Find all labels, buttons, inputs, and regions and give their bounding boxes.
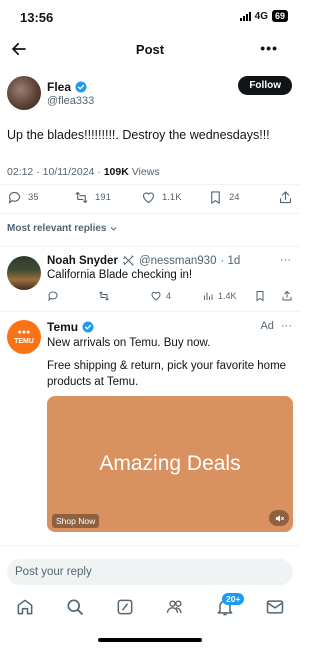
- temu-logo-text: TEMU: [14, 338, 34, 345]
- temu-logo-mark: ●●●: [17, 329, 31, 336]
- communities-icon[interactable]: [165, 597, 185, 617]
- bookmark-action[interactable]: 24: [208, 190, 240, 205]
- ad-author-row[interactable]: Temu: [47, 320, 94, 334]
- notifications-badge: 20+: [222, 593, 245, 605]
- share-icon[interactable]: [278, 190, 293, 205]
- repost-action[interactable]: 191: [74, 190, 111, 205]
- follow-button[interactable]: Follow: [238, 76, 292, 95]
- signal-icon: [239, 11, 251, 21]
- reply-author-name[interactable]: Noah Snyder: [47, 255, 118, 267]
- bookmark-icon: [211, 191, 220, 204]
- home-icon[interactable]: [15, 597, 35, 617]
- post-timestamp: 02:12 · 10/11/2024 ·: [7, 166, 104, 178]
- reply-action[interactable]: 35: [7, 190, 39, 205]
- views-label: Views: [128, 166, 160, 178]
- views-chart-icon: [204, 292, 213, 300]
- author-name-row[interactable]: Flea: [47, 80, 87, 94]
- mute-icon[interactable]: [269, 510, 289, 526]
- more-options-icon[interactable]: •••: [260, 40, 278, 56]
- divider: [0, 311, 300, 312]
- like-count: 1.1K: [162, 192, 182, 203]
- ad-author-name[interactable]: Temu: [47, 320, 78, 334]
- ad-text-line2: Free shipping & return, pick your favori…: [47, 360, 287, 388]
- network-type: 4G: [254, 10, 268, 22]
- ad-more-icon[interactable]: ···: [281, 320, 292, 332]
- reply-views-count: 1.4K: [218, 291, 237, 301]
- verified-badge-icon: [75, 81, 87, 93]
- divider: [0, 246, 300, 247]
- divider: [0, 184, 300, 185]
- heart-icon: [142, 192, 155, 204]
- heart-icon: [151, 291, 161, 301]
- replies-sort-label: Most relevant replies: [7, 223, 107, 234]
- reply-age: · 1d: [220, 254, 241, 267]
- reply-reply-action[interactable]: [47, 290, 59, 302]
- post-text: Up the blades!!!!!!!!!. Destroy the wedn…: [7, 128, 270, 142]
- reply-views-action[interactable]: 1.4K: [202, 290, 237, 302]
- divider: [0, 213, 300, 214]
- ad-media-text: Amazing Deals: [99, 452, 241, 475]
- reply-more-icon[interactable]: ···: [280, 254, 291, 266]
- verified-badge-icon: [82, 321, 94, 333]
- repost-icon: [99, 291, 109, 301]
- shop-now-button[interactable]: Shop Now: [52, 514, 100, 528]
- grok-icon[interactable]: [115, 597, 135, 617]
- search-icon[interactable]: [65, 597, 85, 617]
- reply-like-action[interactable]: 4: [150, 290, 171, 302]
- divider: [0, 545, 300, 546]
- bookmark-count: 24: [229, 192, 240, 203]
- reply-icon: [48, 291, 58, 302]
- ad-label-row: Ad ···: [260, 320, 292, 332]
- ad-label: Ad: [260, 320, 274, 332]
- reply-compose-input[interactable]: Post your reply: [7, 559, 293, 585]
- ad-text-line1: New arrivals on Temu. Buy now.: [47, 337, 211, 349]
- reply-avatar[interactable]: [7, 256, 41, 290]
- share-icon[interactable]: [281, 290, 293, 302]
- like-action[interactable]: 1.1K: [141, 190, 182, 205]
- reply-icon: [8, 191, 21, 204]
- home-indicator: [98, 638, 202, 642]
- reply-repost-action[interactable]: [98, 290, 110, 302]
- author-avatar[interactable]: [7, 76, 41, 110]
- reply-like-count: 4: [166, 291, 172, 301]
- status-indicators: 4G 69: [239, 10, 288, 22]
- reply-count: 35: [28, 192, 39, 203]
- speaker-muted-icon: [275, 514, 284, 522]
- crossed-swords-icon: [123, 255, 134, 266]
- reply-text: California Blade checking in!: [47, 269, 193, 281]
- battery-icon: 69: [271, 10, 288, 22]
- page-title: Post: [135, 42, 165, 57]
- views-count: 109K: [103, 166, 129, 178]
- repost-icon: [75, 191, 88, 204]
- reply-header[interactable]: Noah Snyder @nessman930 · 1d: [47, 254, 240, 267]
- author-handle[interactable]: @flea333: [47, 95, 94, 107]
- replies-sort-dropdown[interactable]: Most relevant replies: [7, 223, 118, 234]
- chevron-down-icon: [110, 226, 117, 231]
- bookmark-icon[interactable]: [254, 290, 266, 302]
- reply-handle[interactable]: @nessman930: [139, 255, 217, 267]
- status-time: 13:56: [20, 10, 54, 25]
- temu-logo[interactable]: ●●● TEMU: [7, 320, 41, 354]
- mail-icon[interactable]: [265, 597, 285, 617]
- author-name[interactable]: Flea: [47, 80, 71, 94]
- repost-count: 191: [95, 192, 111, 203]
- post-meta: 02:12 · 10/11/2024 · 109K Views: [7, 166, 160, 178]
